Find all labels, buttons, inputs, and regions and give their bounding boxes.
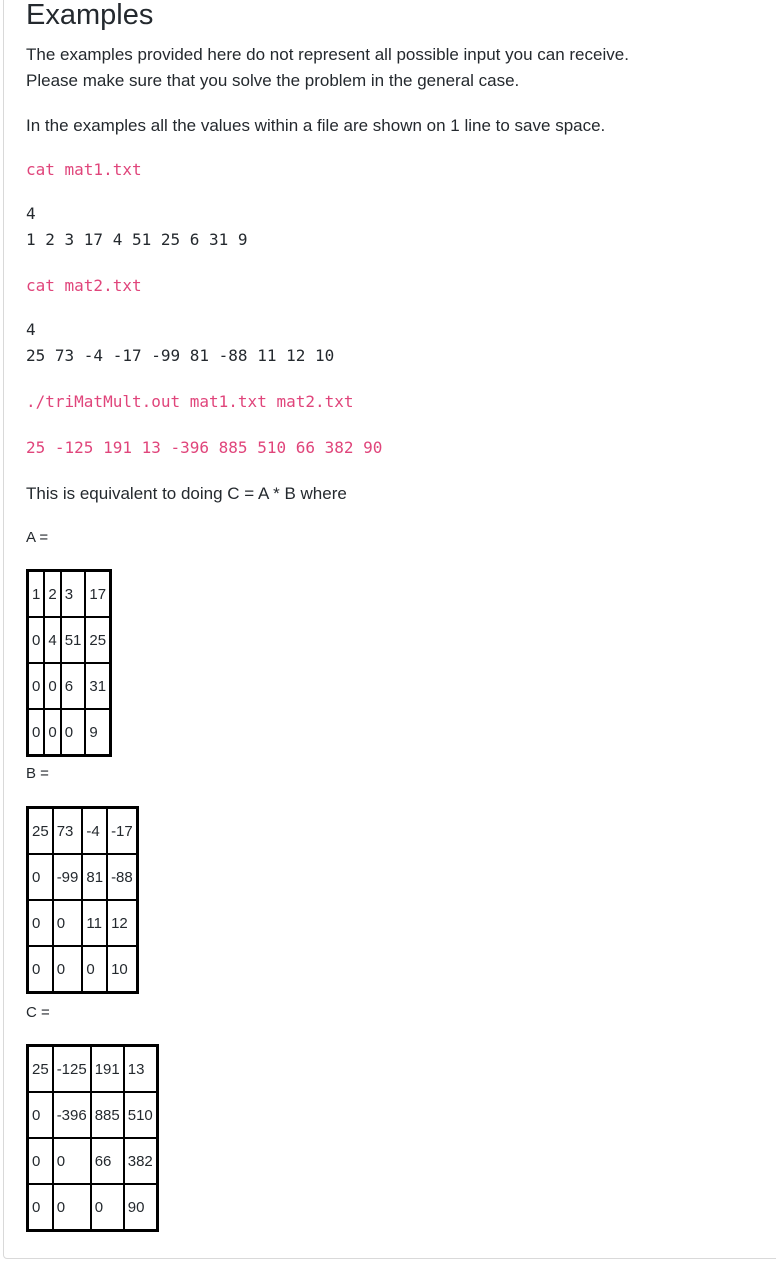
matrix-cell: 0 xyxy=(28,617,45,663)
matrix-cell: 81 xyxy=(82,854,108,900)
matrix-cell: -125 xyxy=(52,1046,91,1092)
matrix-cell: 10 xyxy=(107,946,137,992)
matrix-cell: 0 xyxy=(28,1138,53,1184)
matrix-cell: 0 xyxy=(52,900,83,946)
matrix-cell: 2 xyxy=(44,571,61,617)
matrix-cell: 66 xyxy=(90,1138,124,1184)
matrix-row: 0 0 0 10 xyxy=(28,946,137,992)
matrix-cell: 90 xyxy=(123,1184,157,1230)
matrix-cell: 25 xyxy=(85,617,111,663)
matrix-cell: -88 xyxy=(107,854,137,900)
intro-line-1: The examples provided here do not repres… xyxy=(26,45,629,64)
matrix-cell: 1 xyxy=(28,571,45,617)
matrix-cell: 0 xyxy=(28,1092,53,1138)
matrix-cell: 0 xyxy=(28,946,53,992)
matrix-cell: 25 xyxy=(28,808,53,854)
matrix-cell: 51 xyxy=(60,617,86,663)
matrix-cell: 4 xyxy=(44,617,61,663)
matrix-cell: -17 xyxy=(107,808,137,854)
matrix-cell: 0 xyxy=(52,1184,91,1230)
matrix-cell: 0 xyxy=(28,663,45,709)
command-run-program: ./triMatMult.out mat1.txt mat2.txt xyxy=(26,392,354,411)
matrix-cell: 191 xyxy=(90,1046,124,1092)
output-line: 4 xyxy=(26,320,36,339)
matrix-b-label: B = xyxy=(26,765,49,782)
matrix-cell: 6 xyxy=(60,663,86,709)
matrix-cell: -99 xyxy=(52,854,83,900)
matrix-cell: 0 xyxy=(60,709,86,755)
command-cat-mat1: cat mat1.txt xyxy=(26,160,142,179)
program-output: 25 -125 191 13 -396 885 510 66 382 90 xyxy=(26,438,383,457)
matrix-cell: 25 xyxy=(28,1046,53,1092)
matrix-b-table: 25 73 -4 -17 0 -99 81 -88 0 0 11 12 0 0 0 10 xyxy=(26,806,139,994)
matrix-cell: 0 xyxy=(44,709,61,755)
matrix-cell: 510 xyxy=(123,1092,157,1138)
explanation-text: This is equivalent to doing C = A * B wh… xyxy=(26,484,347,503)
output-line: 4 xyxy=(26,204,36,223)
command-cat-mat2: cat mat2.txt xyxy=(26,276,142,295)
matrix-cell: 0 xyxy=(28,709,45,755)
matrix-row: 25 73 -4 -17 xyxy=(28,808,137,854)
matrix-cell: 0 xyxy=(52,1138,91,1184)
matrix-a-label: A = xyxy=(26,529,49,546)
matrix-row: 0 0 66 382 xyxy=(28,1138,157,1184)
matrix-row: 25 -125 191 13 xyxy=(28,1046,157,1092)
matrix-row: 0 0 6 31 xyxy=(28,663,111,709)
matrix-c-table: 25 -125 191 13 0 -396 885 510 0 0 66 382 0 0 0 90 xyxy=(26,1044,159,1232)
matrix-row: 0009 xyxy=(28,709,111,755)
matrix-cell: 0 xyxy=(28,854,53,900)
note-text: In the examples all the values within a … xyxy=(26,116,606,135)
matrix-cell: 17 xyxy=(85,571,111,617)
matrix-cell: 382 xyxy=(123,1138,157,1184)
matrix-row: 0 -99 81 -88 xyxy=(28,854,137,900)
matrix-row: 0 0 11 12 xyxy=(28,900,137,946)
matrix-cell: 0 xyxy=(28,1184,53,1230)
matrix-cell: 31 xyxy=(85,663,111,709)
matrix-cell: 9 xyxy=(85,709,111,755)
matrix-cell: 0 xyxy=(52,946,83,992)
matrix-cell: 13 xyxy=(123,1046,157,1092)
output-line: 25 73 -4 -17 -99 81 -88 11 12 10 xyxy=(26,346,335,365)
matrix-a-table: 1 2 3 17 0 4 51 25 0 0 6 31 0 0 0 9 xyxy=(26,569,113,757)
matrix-cell: 885 xyxy=(90,1092,124,1138)
matrix-cell: 12 xyxy=(107,900,137,946)
matrix-row: 1 2 3 17 xyxy=(28,571,111,617)
section-heading: Examples xyxy=(26,0,154,31)
matrix-cell: -396 xyxy=(52,1092,91,1138)
matrix-cell: 3 xyxy=(60,571,86,617)
matrix-cell: 0 xyxy=(44,663,61,709)
matrix-cell: -4 xyxy=(82,808,108,854)
matrix-row: 0 0 0 90 xyxy=(28,1184,157,1230)
matrix-c-label: C = xyxy=(26,1004,50,1021)
matrix-cell: 73 xyxy=(52,808,83,854)
matrix-cell: 11 xyxy=(82,900,108,946)
output-line: 1 2 3 17 4 51 25 6 31 9 xyxy=(26,230,248,249)
matrix-cell: 0 xyxy=(90,1184,124,1230)
matrix-cell: 0 xyxy=(28,900,53,946)
matrix-row: 0 -396 885 510 xyxy=(28,1092,157,1138)
matrix-row: 0 4 51 25 xyxy=(28,617,111,663)
intro-line-2: Please make sure that you solve the prob… xyxy=(26,71,520,90)
matrix-cell: 0 xyxy=(82,946,108,992)
